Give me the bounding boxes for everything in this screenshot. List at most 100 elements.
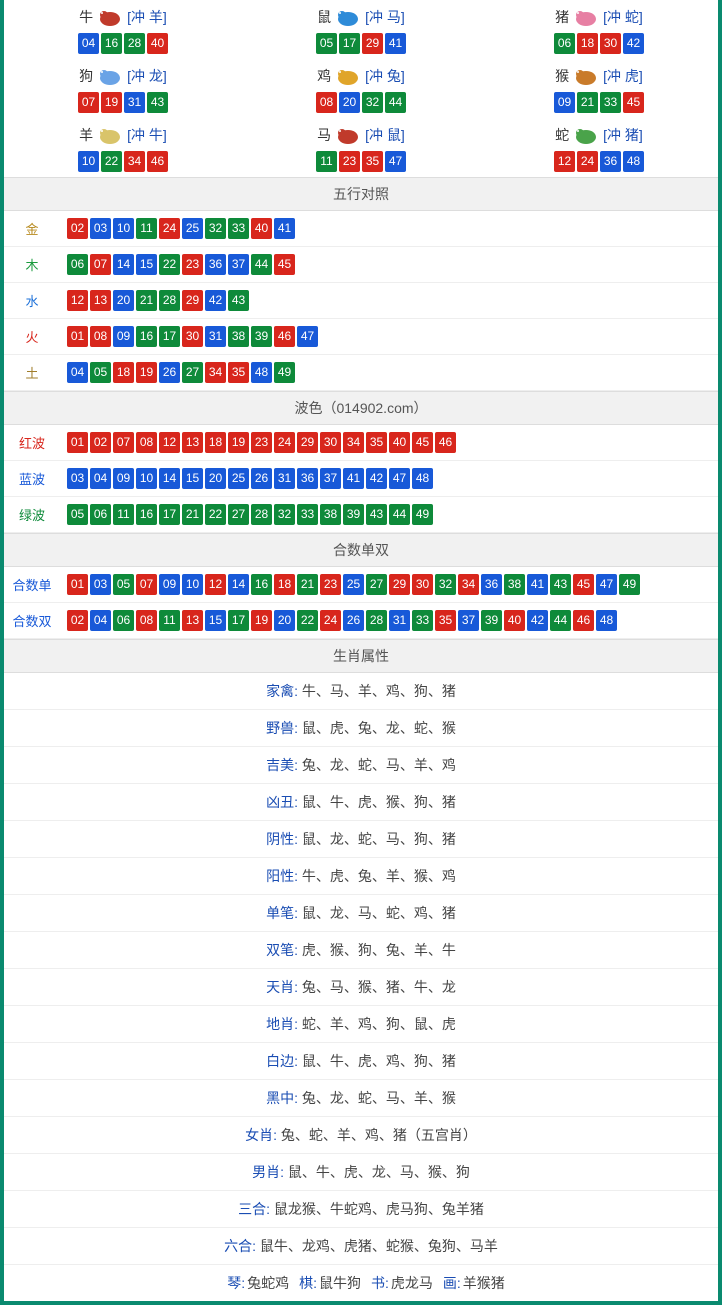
row-label: 蓝波: [4, 461, 60, 497]
attr-value: 鼠、虎、兔、龙、蛇、猴: [298, 720, 456, 736]
number-ball: 05: [316, 33, 337, 54]
zodiac-icon: [571, 124, 601, 146]
attr-value: 蛇、羊、鸡、狗、鼠、虎: [298, 1016, 456, 1032]
number-ball: 26: [343, 610, 364, 631]
number-ball: 31: [205, 326, 226, 347]
zodiac-cell: 羊 [冲 牛] 10223446: [4, 118, 242, 177]
attr-key: 野兽:: [266, 720, 298, 736]
zodiac-numbers: 11233547: [242, 150, 480, 173]
attr-row: 凶丑: 鼠、牛、虎、猴、狗、猪: [4, 784, 718, 821]
number-ball: 44: [385, 92, 406, 113]
number-ball: 19: [251, 610, 272, 631]
attr-value: 鼠、牛、虎、龙、马、猴、狗: [284, 1164, 470, 1180]
row-label: 土: [4, 355, 60, 391]
number-ball: 34: [458, 574, 479, 595]
number-ball: 30: [600, 33, 621, 54]
attr-value: 牛、虎、兔、羊、猴、鸡: [298, 868, 456, 884]
zodiac-numbers: 05172941: [242, 32, 480, 55]
zodiac-icon: [571, 65, 601, 87]
number-ball: 12: [159, 432, 180, 453]
zodiac-icon: [95, 6, 125, 28]
section-title-bose: 波色（014902.com）: [4, 391, 718, 425]
zodiac-name: 鸡: [317, 66, 331, 86]
number-ball: 33: [228, 218, 249, 239]
number-ball: 32: [362, 92, 383, 113]
number-ball: 49: [412, 504, 433, 525]
number-ball: 12: [205, 574, 226, 595]
number-ball: 47: [385, 151, 406, 172]
number-ball: 14: [228, 574, 249, 595]
attr-value: 虎、猴、狗、兔、羊、牛: [298, 942, 456, 958]
number-ball: 07: [90, 254, 111, 275]
number-ball: 31: [389, 610, 410, 631]
zodiac-name: 狗: [79, 66, 93, 86]
number-ball: 28: [124, 33, 145, 54]
number-ball: 10: [136, 468, 157, 489]
zodiac-name: 牛: [79, 7, 93, 27]
number-ball: 01: [67, 432, 88, 453]
number-ball: 26: [251, 468, 272, 489]
number-ball: 08: [136, 610, 157, 631]
zodiac-conflict: [冲 羊]: [127, 7, 167, 27]
number-ball: 20: [205, 468, 226, 489]
row-numbers: 1213202128294243: [60, 283, 718, 319]
number-ball: 04: [90, 468, 111, 489]
number-ball: 36: [205, 254, 226, 275]
attr-row: 家禽: 牛、马、羊、鸡、狗、猪: [4, 673, 718, 710]
number-ball: 30: [412, 574, 433, 595]
number-ball: 27: [366, 574, 387, 595]
number-ball: 46: [147, 151, 168, 172]
attr-value: 鼠龙猴、牛蛇鸡、虎马狗、兔羊猪: [270, 1201, 484, 1217]
zodiac-numbers: 09213345: [480, 91, 718, 114]
number-ball: 35: [362, 151, 383, 172]
zodiac-cell: 蛇 [冲 猪] 12243648: [480, 118, 718, 177]
row-numbers: 06071415222336374445: [60, 247, 718, 283]
zodiac-numbers: 06183042: [480, 32, 718, 55]
number-ball: 24: [274, 432, 295, 453]
number-ball: 22: [205, 504, 226, 525]
attr-row: 阴性: 鼠、龙、蛇、马、狗、猪: [4, 821, 718, 858]
attr-row: 野兽: 鼠、虎、兔、龙、蛇、猴: [4, 710, 718, 747]
number-ball: 49: [274, 362, 295, 383]
row-label: 木: [4, 247, 60, 283]
number-ball: 37: [458, 610, 479, 631]
number-ball: 23: [339, 151, 360, 172]
attr-row: 三合: 鼠龙猴、牛蛇鸡、虎马狗、兔羊猪: [4, 1191, 718, 1228]
number-ball: 43: [228, 290, 249, 311]
table-row: 合数双 020406081113151719202224262831333537…: [4, 603, 718, 639]
number-ball: 47: [389, 468, 410, 489]
attr-key: 白边:: [266, 1053, 298, 1069]
number-ball: 18: [577, 33, 598, 54]
number-ball: 47: [596, 574, 617, 595]
zodiac-icon: [571, 6, 601, 28]
attr-row: 双笔: 虎、猴、狗、兔、羊、牛: [4, 932, 718, 969]
zodiac-cell: 鼠 [冲 马] 05172941: [242, 0, 480, 59]
number-ball: 49: [619, 574, 640, 595]
attr-value: 兔、龙、蛇、马、羊、猴: [298, 1090, 456, 1106]
row-numbers: 0103050709101214161821232527293032343638…: [60, 567, 718, 603]
number-ball: 31: [124, 92, 145, 113]
number-ball: 28: [366, 610, 387, 631]
attr-row: 六合: 鼠牛、龙鸡、虎猪、蛇猴、兔狗、马羊: [4, 1228, 718, 1265]
number-ball: 40: [504, 610, 525, 631]
number-ball: 30: [320, 432, 341, 453]
zodiac-icon: [333, 124, 363, 146]
number-ball: 09: [159, 574, 180, 595]
number-ball: 18: [113, 362, 134, 383]
number-ball: 42: [527, 610, 548, 631]
zodiac-name: 蛇: [555, 125, 569, 145]
attr-row: 地肖: 蛇、羊、鸡、狗、鼠、虎: [4, 1006, 718, 1043]
number-ball: 06: [90, 504, 111, 525]
seg-key: 棋:: [299, 1275, 317, 1291]
number-ball: 43: [550, 574, 571, 595]
number-ball: 33: [297, 504, 318, 525]
zodiac-name: 马: [317, 125, 331, 145]
row-numbers: 03040910141520252631363741424748: [60, 461, 718, 497]
table-row: 水 1213202128294243: [4, 283, 718, 319]
zodiac-icon: [333, 65, 363, 87]
number-ball: 36: [600, 151, 621, 172]
number-ball: 29: [182, 290, 203, 311]
number-ball: 41: [527, 574, 548, 595]
number-ball: 25: [182, 218, 203, 239]
attr-value: 兔、蛇、羊、鸡、猪（五宫肖）: [277, 1127, 477, 1143]
